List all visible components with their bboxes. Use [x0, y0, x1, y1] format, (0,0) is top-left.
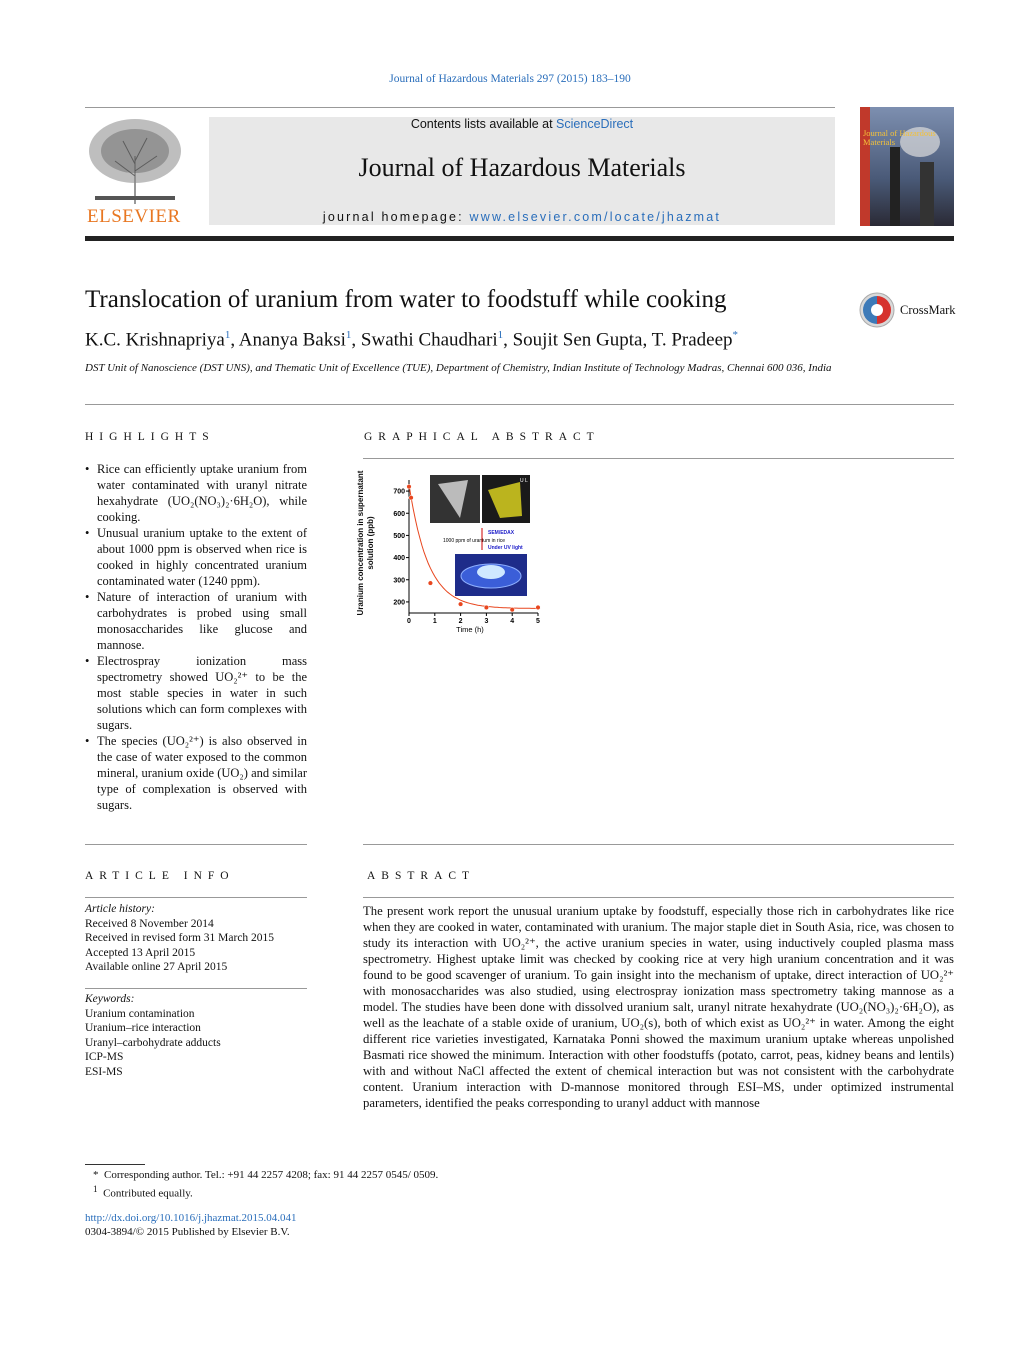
author-footnote-mark[interactable]: * [733, 329, 739, 341]
author-list: K.C. Krishnapriya1, Ananya Baksi1, Swath… [85, 329, 739, 351]
x-tick-label: 3 [484, 618, 488, 625]
keywords: Keywords: Uranium contamination Uranium–… [85, 992, 307, 1079]
y-tick-label: 700 [393, 489, 405, 496]
journal-title: Journal of Hazardous Materials [358, 153, 686, 182]
keyword: ICP-MS [85, 1051, 124, 1063]
divider [85, 988, 307, 989]
data-point [406, 484, 412, 490]
header-divider [85, 236, 954, 241]
keyword: ESI-MS [85, 1065, 123, 1078]
highlight-item: The species (UO₂²⁺) is also observed in … [85, 733, 307, 813]
homepage-line: journal homepage: www.elsevier.com/locat… [322, 210, 722, 224]
y-tick-label: 600 [393, 511, 405, 518]
footnote-rule [85, 1164, 145, 1165]
x-tick-label: 4 [510, 618, 514, 625]
crossmark-icon [859, 292, 895, 328]
journal-reference-link[interactable]: Journal of Hazardous Materials 297 (2015… [389, 73, 630, 85]
doi-link[interactable]: http://dx.doi.org/10.1016/j.jhazmat.2015… [85, 1212, 297, 1224]
keyword: Uranium contamination [85, 1007, 195, 1020]
crossmark-button[interactable]: CrossMark [858, 291, 956, 329]
x-tick-label: 5 [536, 618, 540, 625]
data-point [535, 604, 541, 611]
graphical-abstract-heading: GRAPHICAL ABSTRACT [364, 431, 600, 443]
history-label: Article history: [85, 903, 155, 915]
author[interactable]: T. Pradeep [652, 329, 733, 350]
footnote-mark: 1 [93, 1183, 98, 1194]
author[interactable]: Ananya Baksi [239, 329, 346, 350]
x-tick-label: 0 [407, 618, 411, 625]
author[interactable]: Swathi Chaudhari [361, 329, 498, 350]
y-tick-label: 300 [393, 577, 405, 584]
data-point [408, 495, 414, 501]
uv-label: Under UV light [488, 545, 523, 551]
history-item: Received in revised form 31 March 2015 [85, 932, 275, 944]
keyword: Uranium–rice interaction [85, 1022, 201, 1034]
history-item: Accepted 13 April 2015 [85, 946, 196, 959]
uptake-chart: Time (h) U L SEM/EDAX 1000 ppm of uraniu… [393, 475, 541, 634]
homepage-link[interactable]: www.elsevier.com/locate/jhazmat [470, 210, 722, 224]
journal-cover: Journal of Hazardous Materials [860, 107, 954, 226]
author[interactable]: K.C. Krishnapriya [85, 329, 225, 350]
sem-label: SEM/EDAX [488, 530, 515, 536]
divider [85, 844, 307, 845]
keyword: Uranyl–carbohydrate adducts [85, 1036, 221, 1049]
author[interactable]: Soujit Sen Gupta [513, 329, 643, 350]
abstract-text: The present work report the unusual uran… [363, 904, 954, 1110]
corresponding-author-note: Corresponding author. Tel.: +91 44 2257 … [104, 1169, 439, 1181]
x-tick-label: 2 [459, 618, 463, 625]
map-label: U L [520, 478, 528, 484]
footnote-mark: * [93, 1169, 99, 1181]
footnotes: * Corresponding author. Tel.: +91 44 225… [93, 1169, 438, 1201]
divider [363, 844, 954, 845]
ppm-label: 1000 ppm of uranium in rice [443, 538, 505, 544]
x-axis-label: Time (h) [456, 625, 484, 634]
history-item: Received 8 November 2014 [85, 917, 214, 930]
journal-reference[interactable]: Journal of Hazardous Materials 297 (2015… [0, 73, 1020, 85]
graphical-abstract-figure: Time (h) U L SEM/EDAX 1000 ppm of uraniu… [356, 470, 550, 640]
contents-line: Contents lists available at ScienceDirec… [410, 117, 634, 131]
x-tick-label: 1 [433, 618, 437, 625]
highlights-heading: HIGHLIGHTS [85, 431, 215, 443]
data-point [483, 604, 489, 611]
data-point [458, 601, 464, 607]
article-info-heading: ARTICLE INFO [85, 870, 235, 882]
article-title: Translocation of uranium from water to f… [85, 286, 727, 313]
highlight-item: Electrospray ionization mass spectrometr… [85, 653, 307, 733]
abstract-heading: ABSTRACT [367, 870, 476, 882]
y-tick-label: 400 [393, 555, 405, 562]
author-footnote-mark[interactable]: 1 [225, 329, 231, 341]
data-point [509, 607, 515, 613]
divider [363, 458, 954, 459]
copyright: 0304-3894/© 2015 Published by Elsevier B… [85, 1225, 290, 1238]
affiliation: DST Unit of Nanoscience (DST UNS), and T… [85, 362, 832, 374]
highlight-item: Nature of interaction of uranium with ca… [85, 589, 307, 653]
keywords-label: Keywords: [85, 993, 135, 1005]
sciencedirect-link[interactable]: ScienceDirect [556, 117, 633, 131]
y-tick-label: 500 [393, 533, 405, 540]
divider [85, 897, 307, 898]
article-history: Article history: Received 8 November 201… [85, 902, 307, 975]
elsevier-logo: ELSEVIER [85, 116, 187, 228]
divider [363, 897, 954, 898]
doi-block: http://dx.doi.org/10.1016/j.jhazmat.2015… [85, 1212, 297, 1239]
header-rule [85, 107, 835, 108]
author-footnote-mark[interactable]: 1 [346, 329, 352, 341]
highlight-item: Unusual uranium uptake to the extent of … [85, 525, 307, 589]
highlight-item: Rice can efficiently uptake uranium from… [85, 461, 307, 525]
author-footnote-mark[interactable]: 1 [498, 329, 504, 341]
data-point [427, 580, 433, 586]
y-tick-label: 200 [393, 599, 405, 606]
highlights-list: Rice can efficiently uptake uranium from… [85, 461, 307, 813]
history-item: Available online 27 April 2015 [85, 961, 228, 973]
equal-contribution-note: Contributed equally. [103, 1187, 193, 1200]
divider [85, 404, 954, 405]
y-axis-label: Uranium concentration in supernatant sol… [356, 470, 375, 616]
